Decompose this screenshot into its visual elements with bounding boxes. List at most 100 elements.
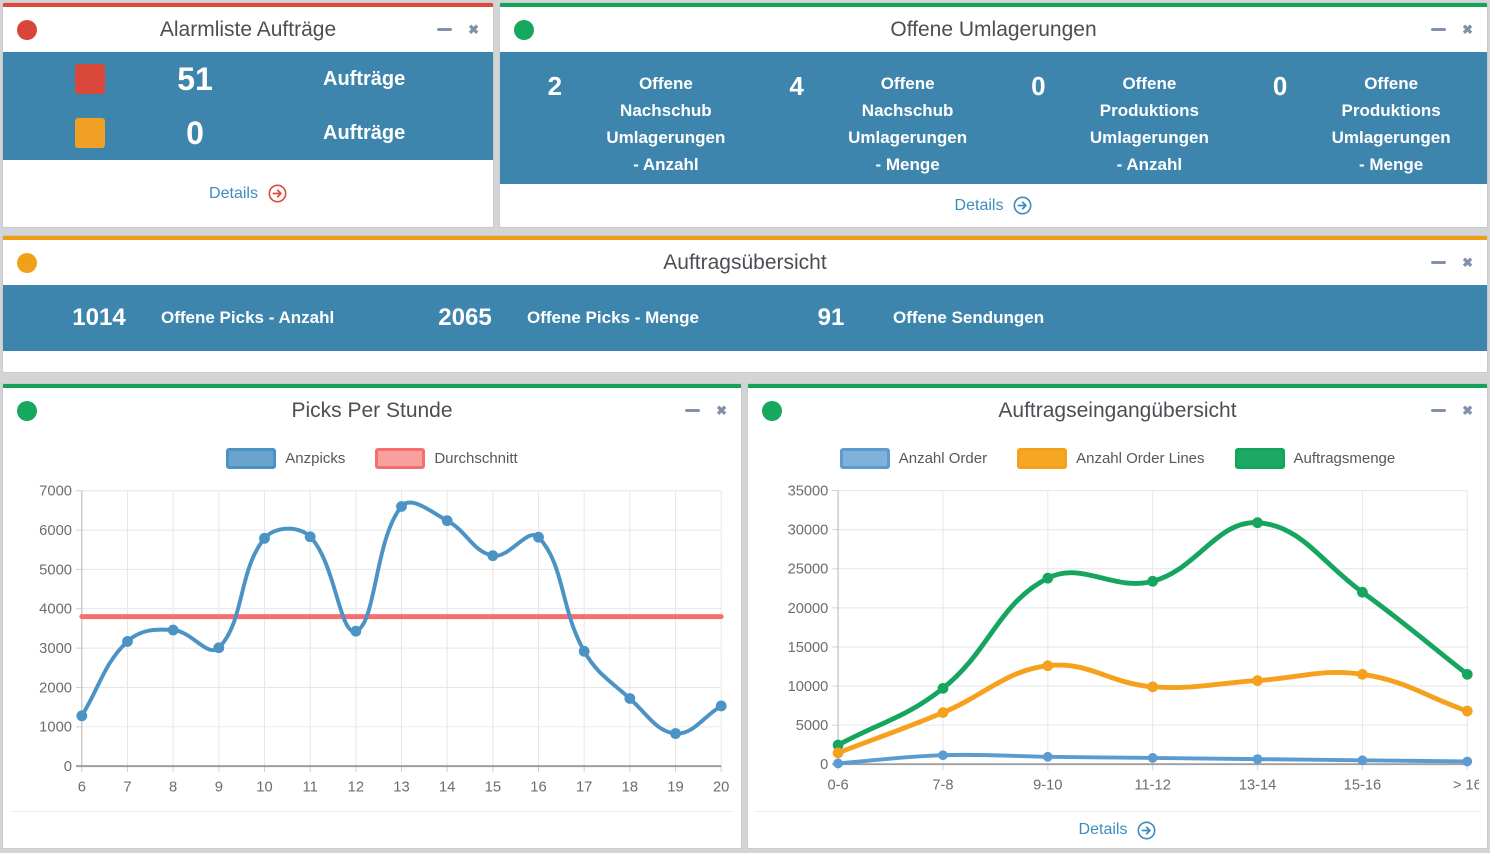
svg-text:13: 13 [393,780,409,796]
minimize-icon[interactable] [1431,409,1447,412]
window-controls: ✖ [1431,256,1473,269]
legend-label: Anzpicks [285,450,346,467]
stat-group: 1014 Offene Picks - Anzahl [43,304,409,332]
stat-value: 51 [177,60,213,97]
minimize-icon[interactable] [1431,28,1447,31]
svg-text:9: 9 [215,780,223,796]
svg-text:12: 12 [348,780,364,796]
status-dot-green [762,400,782,421]
svg-text:25000: 25000 [788,562,829,578]
svg-text:15-16: 15-16 [1344,778,1381,794]
auftragseingang-chart: 0 5000 10000 15000 20000 25000 30000 35000 0-6 7-… [788,484,1479,794]
stat-value: 91 [817,304,845,331]
window-controls: ✖ [1431,23,1473,36]
window-controls: ✖ [437,23,479,36]
minimize-icon[interactable] [685,409,701,412]
svg-text:7-8: 7-8 [932,778,953,794]
svg-text:20000: 20000 [788,601,829,617]
details-link[interactable]: Details [209,185,258,203]
panel-umlagerungen: Offene Umlagerungen ✖ 2 Offene Nachschub… [499,2,1488,228]
svg-text:3000: 3000 [39,641,72,657]
stat-group: 2065 Offene Picks - Menge [409,304,775,332]
panel-footer [3,351,1487,372]
svg-text:8: 8 [169,780,177,796]
legend-item[interactable]: Auftragsmenge [1234,448,1395,469]
legend-item[interactable]: Anzahl Order [839,448,988,469]
svg-text:15: 15 [485,780,501,796]
legend-swatch [1017,448,1068,469]
stat-value: 0 [1272,71,1288,101]
orange-square-icon [75,118,105,148]
legend-item[interactable]: Durchschnitt [375,448,518,469]
svg-text:6: 6 [78,780,86,796]
panel-footer: Details [756,811,1479,848]
svg-text:20: 20 [713,780,729,796]
svg-text:15000: 15000 [788,640,829,656]
close-icon[interactable]: ✖ [1462,256,1473,269]
svg-text:14: 14 [439,780,455,796]
legend-item[interactable]: Anzpicks [226,448,345,469]
stat-group: 2 Offene Nachschub Umlagerungen - Anzahl [510,70,752,178]
svg-text:10000: 10000 [788,679,829,695]
window-controls: ✖ [1431,404,1473,417]
svg-text:7000: 7000 [39,484,72,500]
stat-group: 91 Offene Sendungen [775,304,1141,332]
svg-text:7: 7 [123,780,131,796]
stat-label: Offene Sendungen [893,308,1045,327]
alarm-stats: 51 Aufträge 0 Aufträge [3,52,493,160]
legend-label: Anzahl Order [898,450,988,467]
stat-group: 4 Offene Nachschub Umlagerungen - Menge [752,70,994,178]
details-link[interactable]: Details [955,197,1004,215]
svg-text:> 16: > 16 [1453,778,1479,794]
details-link[interactable]: Details [1079,821,1128,839]
status-dot-red [17,19,37,40]
status-dot-green [17,400,37,421]
svg-text:0-6: 0-6 [827,778,848,794]
dashboard: Alarmliste Aufträge ✖ 51 Aufträge 0 Auft… [0,0,1490,853]
legend-swatch [839,448,890,469]
chart-legend: Anzahl Order Anzahl Order Lines Auftragsme… [756,448,1479,469]
middle-row: Auftragsübersicht ✖ 1014 Offene Picks - … [2,235,1488,373]
svg-text:9-10: 9-10 [1033,778,1062,794]
stat-label: Aufträge [323,67,406,90]
legend-item[interactable]: Anzahl Order Lines [1017,448,1205,469]
close-icon[interactable]: ✖ [1462,404,1473,417]
alarm-row: 0 Aufträge [3,106,493,160]
close-icon[interactable]: ✖ [716,404,727,417]
minimize-icon[interactable] [1431,261,1447,264]
svg-text:0: 0 [64,759,72,775]
panel-footer [11,811,733,848]
stat-value: 0 [186,114,204,151]
chart-container: Anzpicks Durchschnitt 0 1000 2000 3000 4000 50… [3,433,741,848]
stat-value: 0 [1031,71,1046,101]
arrow-right-circle-icon[interactable] [268,184,287,203]
page-title: Auftragsübersicht [663,250,827,274]
arrow-right-circle-icon[interactable] [1137,821,1156,840]
red-square-icon [75,64,105,94]
arrow-right-circle-icon[interactable] [1013,196,1032,215]
svg-text:1000: 1000 [39,720,72,736]
svg-text:13-14: 13-14 [1239,778,1276,794]
svg-text:17: 17 [576,780,592,796]
panel-header: Picks Per Stunde ✖ [3,388,741,433]
stat-value: 4 [789,71,804,101]
panel-header: Auftragsübersicht ✖ [3,240,1487,285]
stat-label: Offene Produktions Umlagerungen - Anzahl [1089,74,1209,174]
svg-text:19: 19 [667,780,683,796]
close-icon[interactable]: ✖ [1462,23,1473,36]
svg-text:10: 10 [256,780,272,796]
page-title: Auftragseingangübersicht [998,398,1237,422]
status-dot-orange [17,252,37,273]
auftragsuebersicht-stats: 1014 Offene Picks - Anzahl 2065 Offene P… [3,285,1487,351]
legend-label: Anzahl Order Lines [1076,450,1205,467]
stat-value: 1014 [72,304,126,331]
stat-value: 2 [547,71,563,101]
legend-swatch [226,448,277,469]
page-title: Offene Umlagerungen [890,17,1097,41]
chart-container: Anzahl Order Anzahl Order Lines Auftragsme… [748,433,1487,848]
stat-label: Offene Picks - Menge [527,308,699,327]
minimize-icon[interactable] [437,28,453,31]
svg-text:35000: 35000 [788,484,829,500]
page-title: Alarmliste Aufträge [159,17,337,41]
close-icon[interactable]: ✖ [468,23,479,36]
